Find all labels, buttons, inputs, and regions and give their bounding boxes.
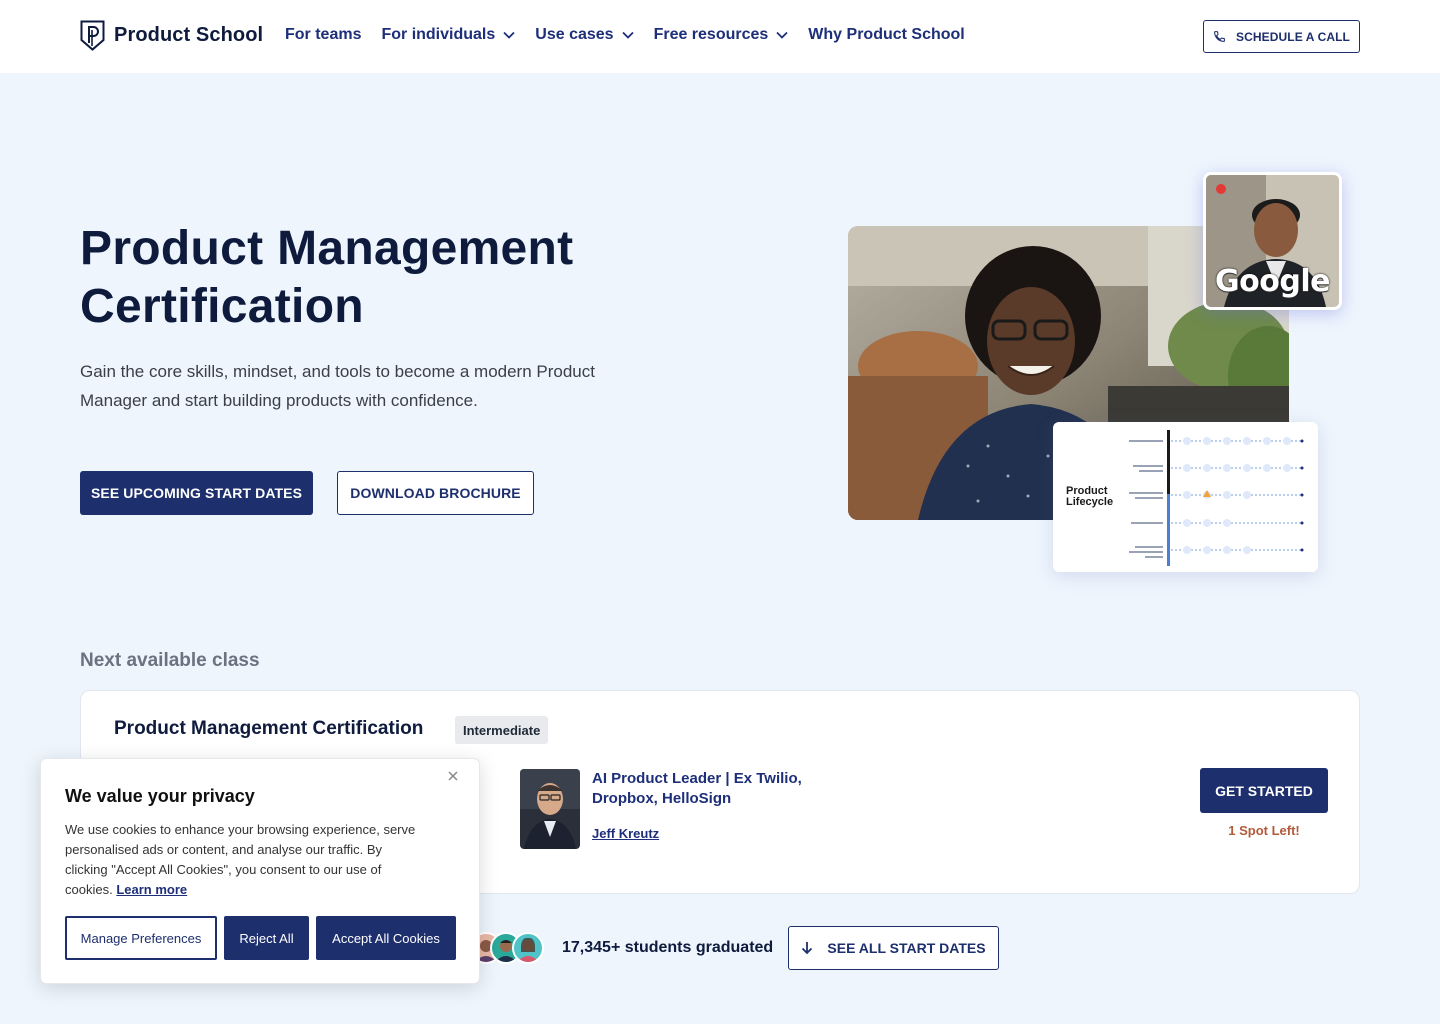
phone-icon [1214, 31, 1225, 42]
product-lifecycle-card: Product Lifecycle [1053, 422, 1318, 572]
instructor-photo-illustration [520, 769, 580, 849]
nav-label: Free resources [653, 26, 769, 43]
instructor-role: AI Product Leader | Ex Twilio, Dropbox, … [592, 770, 802, 807]
arrow-down-icon [802, 942, 813, 955]
nav-for-teams[interactable]: For teams [285, 26, 361, 44]
nav-for-individuals[interactable]: For individuals [381, 26, 515, 44]
level-badge: Intermediate [455, 716, 549, 744]
students-graduated-text: 17,345+ students graduated [562, 939, 774, 956]
manage-preferences-button[interactable]: Manage Preferences [65, 916, 217, 960]
recording-indicator [1216, 184, 1226, 194]
see-all-start-dates-button[interactable]: SEE ALL START DATES [788, 926, 999, 970]
main-nav: For teams For individuals Use cases Free… [285, 26, 965, 44]
product-school-logo[interactable]: Product School [80, 20, 263, 51]
instructor-avatar [520, 769, 580, 849]
reject-all-button[interactable]: Reject All [224, 916, 309, 960]
google-instructor-video: Google [1203, 172, 1342, 310]
close-icon[interactable] [446, 769, 460, 783]
hero-title-line-1: Product Management [80, 222, 574, 275]
cookie-body: We use cookies to enhance your browsing … [65, 820, 425, 900]
nav-free-resources[interactable]: Free resources [654, 26, 789, 44]
google-badge-text: Google [1215, 264, 1330, 299]
lifecycle-diagram [1129, 430, 1304, 566]
cookie-consent-dialog: We value your privacy We use cookies to … [40, 758, 480, 984]
class-title: Product Management Certification [114, 718, 424, 739]
accept-all-cookies-button[interactable]: Accept All Cookies [316, 916, 456, 960]
chevron-down-icon [621, 31, 634, 39]
cookie-title: We value your privacy [65, 786, 255, 806]
instructor-name-link[interactable]: Jeff Kreutz [592, 826, 659, 841]
get-started-button[interactable]: GET STARTED [1200, 768, 1328, 813]
schedule-call-button[interactable]: SCHEDULE A CALL [1203, 20, 1360, 53]
hero-title: Product Management Certification [80, 220, 700, 336]
nav-label: Why Product School [808, 26, 965, 43]
spots-left-text: 1 Spot Left! [1228, 823, 1300, 838]
hero-subtitle: Gain the core skills, mindset, and tools… [80, 362, 595, 410]
logo-text: Product School [114, 24, 264, 46]
download-brochure-button[interactable]: DOWNLOAD BROCHURE [337, 471, 534, 515]
nav-label: For teams [285, 26, 362, 43]
see-all-start-dates-label: SEE ALL START DATES [827, 940, 986, 956]
learn-more-link[interactable]: Learn more [116, 882, 187, 897]
hero-title-line-2: Certification [80, 280, 364, 333]
graduate-avatars [470, 932, 550, 966]
chevron-down-icon [776, 31, 788, 39]
next-available-class-label: Next available class [80, 650, 260, 671]
nav-use-cases[interactable]: Use cases [535, 26, 634, 44]
schedule-call-label: SCHEDULE A CALL [1236, 29, 1350, 44]
nav-label: For individuals [381, 26, 496, 43]
graduate-avatar [512, 932, 544, 964]
product-school-logo-icon [80, 20, 105, 51]
site-header: Product School For teams For individuals… [0, 0, 1440, 73]
nav-why-product-school[interactable]: Why Product School [808, 26, 964, 44]
chevron-down-icon [503, 31, 515, 39]
nav-label: Use cases [535, 26, 614, 43]
see-upcoming-start-dates-button[interactable]: SEE UPCOMING START DATES [80, 471, 313, 515]
